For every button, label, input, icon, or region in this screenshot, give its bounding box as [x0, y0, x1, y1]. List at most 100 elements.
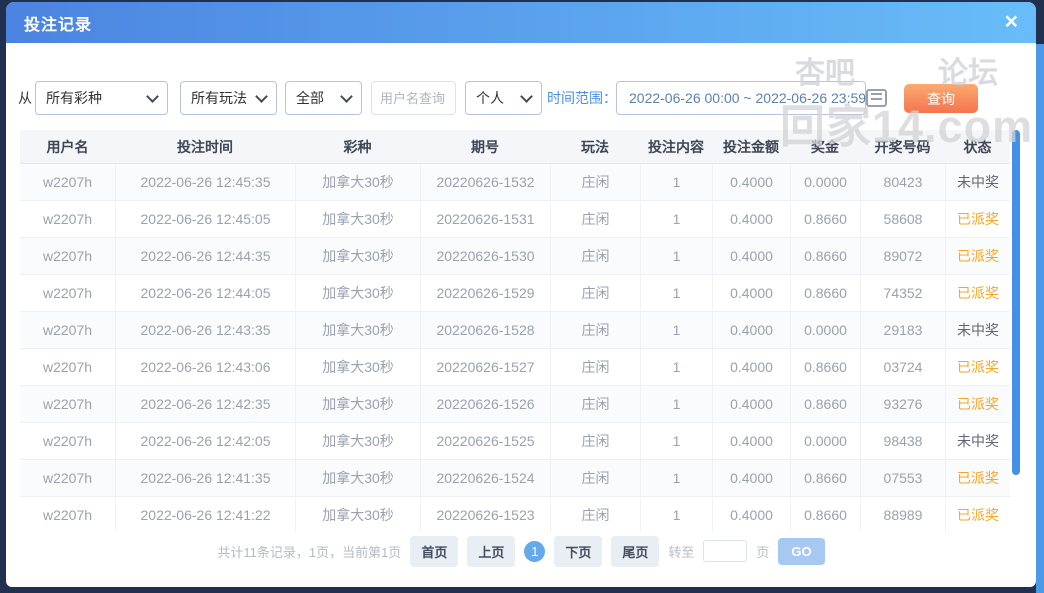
scope-select-value: 个人 — [476, 90, 504, 106]
status-cell: 已派奖 — [945, 386, 1010, 422]
table-cell: 93276 — [860, 386, 945, 422]
table-cell: 20220626-1532 — [420, 164, 550, 200]
play-method-select[interactable]: 所有玩法 — [180, 81, 277, 115]
status-cell: 未中奖 — [945, 164, 1010, 200]
modal-header: 投注记录 × — [6, 2, 1036, 43]
table-cell: 2022-06-26 12:45:35 — [115, 164, 295, 200]
table-cell: 0.4000 — [712, 312, 790, 348]
table-cell: 庄闲 — [550, 497, 640, 532]
table-row: w2207h 2022-06-26 12:43:06 加拿大30秒 20220626-… — [20, 349, 1010, 386]
table-body: w2207h 2022-06-26 12:45:35 加拿大30秒 20220626-… — [20, 164, 1010, 532]
table-cell: 0.4000 — [712, 497, 790, 532]
modal-title: 投注记录 — [24, 16, 93, 34]
scope-select[interactable]: 个人 — [465, 81, 542, 115]
table-cell: 0.8660 — [790, 275, 860, 311]
chevron-down-icon — [255, 89, 268, 103]
calendar-icon[interactable] — [866, 89, 888, 107]
table-cell: 0.4000 — [712, 349, 790, 385]
prev-page-button[interactable]: 上页 — [467, 535, 516, 567]
table-row: w2207h 2022-06-26 12:42:35 加拿大30秒 20220626-… — [20, 386, 1010, 423]
table-cell: 89072 — [860, 238, 945, 274]
column-header: 投注时间 — [177, 138, 233, 155]
table-cell: 1 — [640, 386, 712, 422]
table-cell: 庄闲 — [550, 349, 640, 385]
first-page-button[interactable]: 首页 — [410, 535, 459, 567]
table-cell: 庄闲 — [550, 164, 640, 200]
table-cell: w2207h — [42, 359, 93, 375]
table-cell: 2022-06-26 12:42:35 — [115, 386, 295, 422]
table-row: w2207h 2022-06-26 12:44:05 加拿大30秒 20220626-… — [20, 275, 1010, 312]
table-cell: 2022-06-26 12:41:35 — [115, 460, 295, 496]
chevron-down-icon — [520, 89, 533, 103]
table-cell: 加拿大30秒 — [295, 201, 420, 237]
table-cell: w2207h — [42, 174, 93, 190]
table-cell: 29183 — [860, 312, 945, 348]
table-cell: 20220626-1525 — [420, 423, 550, 459]
time-range-label: 时间范围： — [547, 90, 617, 106]
table-cell: 0.8660 — [790, 201, 860, 237]
table-cell: w2207h — [42, 248, 93, 264]
next-page-button[interactable]: 下页 — [554, 535, 603, 567]
table-cell: 20220626-1531 — [420, 201, 550, 237]
lottery-type-select[interactable]: 所有彩种 — [35, 81, 168, 115]
pagination-summary: 共计11条记录，1页，当前第1页 — [217, 544, 402, 560]
table-cell: 98438 — [860, 423, 945, 459]
table-cell: 88989 — [860, 497, 945, 532]
table-cell: 庄闲 — [550, 312, 640, 348]
go-button[interactable]: GO — [778, 537, 825, 565]
table-cell: 庄闲 — [550, 423, 640, 459]
table-cell: 0.4000 — [712, 275, 790, 311]
table-cell: 20220626-1523 — [420, 497, 550, 532]
date-range-value: 2022-06-26 00:00 ~ 2022-06-26 23:59 — [629, 90, 867, 106]
table-row: w2207h 2022-06-26 12:45:35 加拿大30秒 20220626-… — [20, 164, 1010, 201]
status-cell: 已派奖 — [945, 497, 1010, 532]
table-cell: w2207h — [42, 433, 93, 449]
table-cell: 1 — [640, 275, 712, 311]
table-row: w2207h 2022-06-26 12:41:22 加拿大30秒 20220626-… — [20, 497, 1010, 532]
table-cell: 0.4000 — [712, 386, 790, 422]
table-row: w2207h 2022-06-26 12:41:35 加拿大30秒 20220626-… — [20, 460, 1010, 497]
close-icon[interactable]: × — [1005, 10, 1018, 33]
table-cell: 0.8660 — [790, 460, 860, 496]
table-cell: 58608 — [860, 201, 945, 237]
page-background: 投注记录 × 从 所有彩种 所有玩法 全部 个人 时间范围： — [0, 0, 1044, 593]
table-cell: 1 — [640, 201, 712, 237]
table-cell: 0.8660 — [790, 349, 860, 385]
table-cell: 1 — [640, 164, 712, 200]
table-cell: 03724 — [860, 349, 945, 385]
column-header: 期号 — [471, 138, 499, 155]
table-cell: 20220626-1524 — [420, 460, 550, 496]
column-header: 玩法 — [581, 138, 609, 155]
table-scrollbar[interactable] — [1012, 130, 1020, 531]
table-cell: 加拿大30秒 — [295, 275, 420, 311]
table-cell: 加拿大30秒 — [295, 423, 420, 459]
column-header: 彩种 — [343, 138, 372, 155]
table-cell: w2207h — [42, 396, 93, 412]
play-method-select-value: 所有玩法 — [191, 90, 247, 106]
current-page-badge[interactable]: 1 — [524, 540, 546, 562]
lottery-type-select-value: 所有彩种 — [46, 90, 102, 106]
query-button[interactable]: 查询 — [904, 84, 978, 113]
table-cell: 庄闲 — [550, 386, 640, 422]
table-cell: 加拿大30秒 — [295, 238, 420, 274]
table-cell: 2022-06-26 12:43:35 — [115, 312, 295, 348]
table-cell: 0.0000 — [790, 312, 860, 348]
table-cell: w2207h — [42, 211, 93, 227]
table-cell: 74352 — [860, 275, 945, 311]
from-label: 从 — [18, 90, 32, 106]
status-filter-select[interactable]: 全部 — [285, 81, 362, 115]
table-cell: 1 — [640, 497, 712, 532]
page-scrollbar[interactable] — [1036, 44, 1044, 593]
goto-page-input[interactable] — [703, 540, 748, 562]
date-range-input[interactable]: 2022-06-26 00:00 ~ 2022-06-26 23:59 — [616, 81, 888, 115]
table-cell: 07553 — [860, 460, 945, 496]
table-cell: w2207h — [42, 285, 93, 301]
status-cell: 已派奖 — [945, 349, 1010, 385]
table-cell: 加拿大30秒 — [295, 349, 420, 385]
table-scrollbar-thumb[interactable] — [1012, 130, 1020, 475]
table-cell: 2022-06-26 12:43:06 — [115, 349, 295, 385]
column-header: 状态 — [963, 138, 992, 155]
table-cell: 0.4000 — [712, 460, 790, 496]
username-search-input[interactable] — [371, 81, 456, 115]
last-page-button[interactable]: 尾页 — [611, 535, 660, 567]
